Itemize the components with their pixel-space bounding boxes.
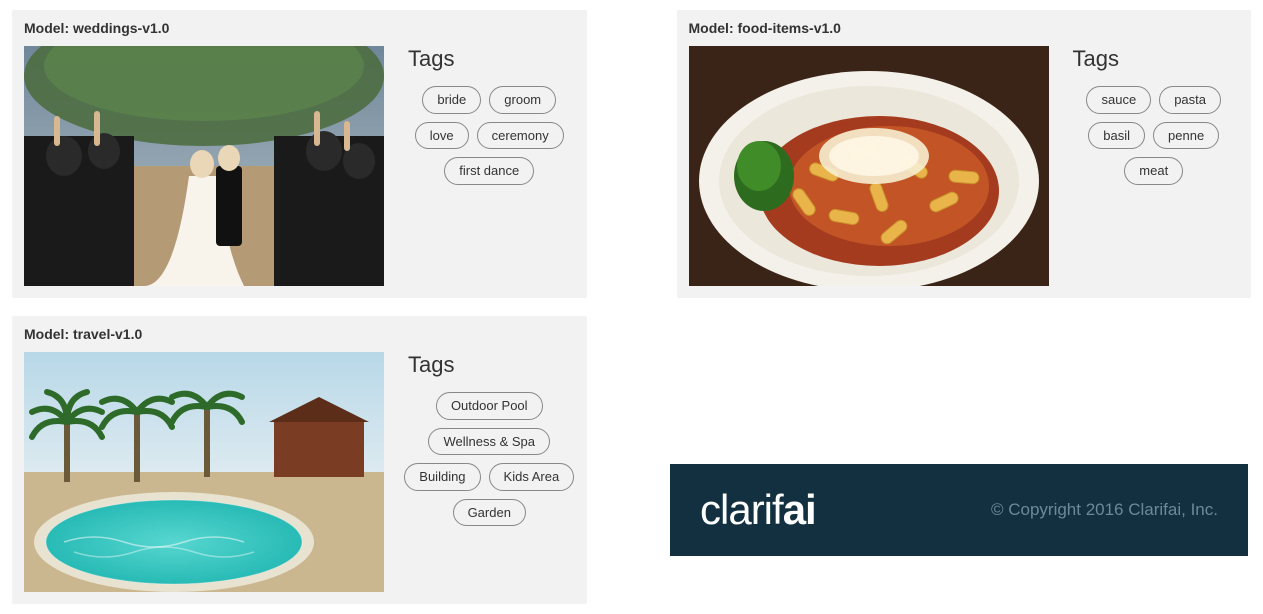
tags-heading: Tags [404,46,575,72]
tags-wrap: bride groom love ceremony first dance [404,86,575,185]
logo-text-a: clarif [700,486,783,533]
sample-image-wedding [24,46,384,286]
copyright-text: © Copyright 2016 Clarifai, Inc. [991,500,1218,520]
tag-pill[interactable]: first dance [444,157,534,185]
tag-pill[interactable]: Garden [453,499,526,527]
card-body: Tags bride groom love ceremony first dan… [24,46,575,286]
tags-heading: Tags [404,352,575,378]
tag-pill[interactable]: bride [422,86,481,114]
sample-image-travel [24,352,384,592]
card-body: Tags Outdoor Pool Wellness & Spa Buildin… [24,352,575,592]
brand-logo: clarifai [700,486,816,534]
tag-pill[interactable]: love [415,122,469,150]
tag-pill[interactable]: pasta [1159,86,1221,114]
tag-pill[interactable]: groom [489,86,556,114]
tags-heading: Tags [1069,46,1240,72]
footer: clarifai © Copyright 2016 Clarifai, Inc. [670,464,1248,556]
model-card-food: Model: food-items-v1.0 [677,10,1252,298]
tag-pill[interactable]: Outdoor Pool [436,392,543,420]
model-title: Model: travel-v1.0 [24,326,575,342]
tags-wrap: sauce pasta basil penne meat [1069,86,1240,185]
tags-section: Tags sauce pasta basil penne meat [1069,46,1240,185]
tags-section: Tags Outdoor Pool Wellness & Spa Buildin… [404,352,575,526]
tag-pill[interactable]: basil [1088,122,1145,150]
tag-pill[interactable]: Wellness & Spa [428,428,550,456]
tag-pill[interactable]: meat [1124,157,1183,185]
card-body: Tags sauce pasta basil penne meat [689,46,1240,286]
tag-pill[interactable]: penne [1153,122,1219,150]
model-card-weddings: Model: weddings-v1.0 [12,10,587,298]
logo-text-b: ai [783,486,816,533]
sample-image-food [689,46,1049,286]
model-card-travel: Model: travel-v1.0 [12,316,587,604]
tag-pill[interactable]: Building [404,463,480,491]
model-title: Model: food-items-v1.0 [689,20,1240,36]
tag-pill[interactable]: Kids Area [489,463,575,491]
tags-section: Tags bride groom love ceremony first dan… [404,46,575,185]
tag-pill[interactable]: sauce [1086,86,1151,114]
tags-wrap: Outdoor Pool Wellness & Spa Building Kid… [404,392,575,526]
model-title: Model: weddings-v1.0 [24,20,575,36]
tag-pill[interactable]: ceremony [477,122,564,150]
